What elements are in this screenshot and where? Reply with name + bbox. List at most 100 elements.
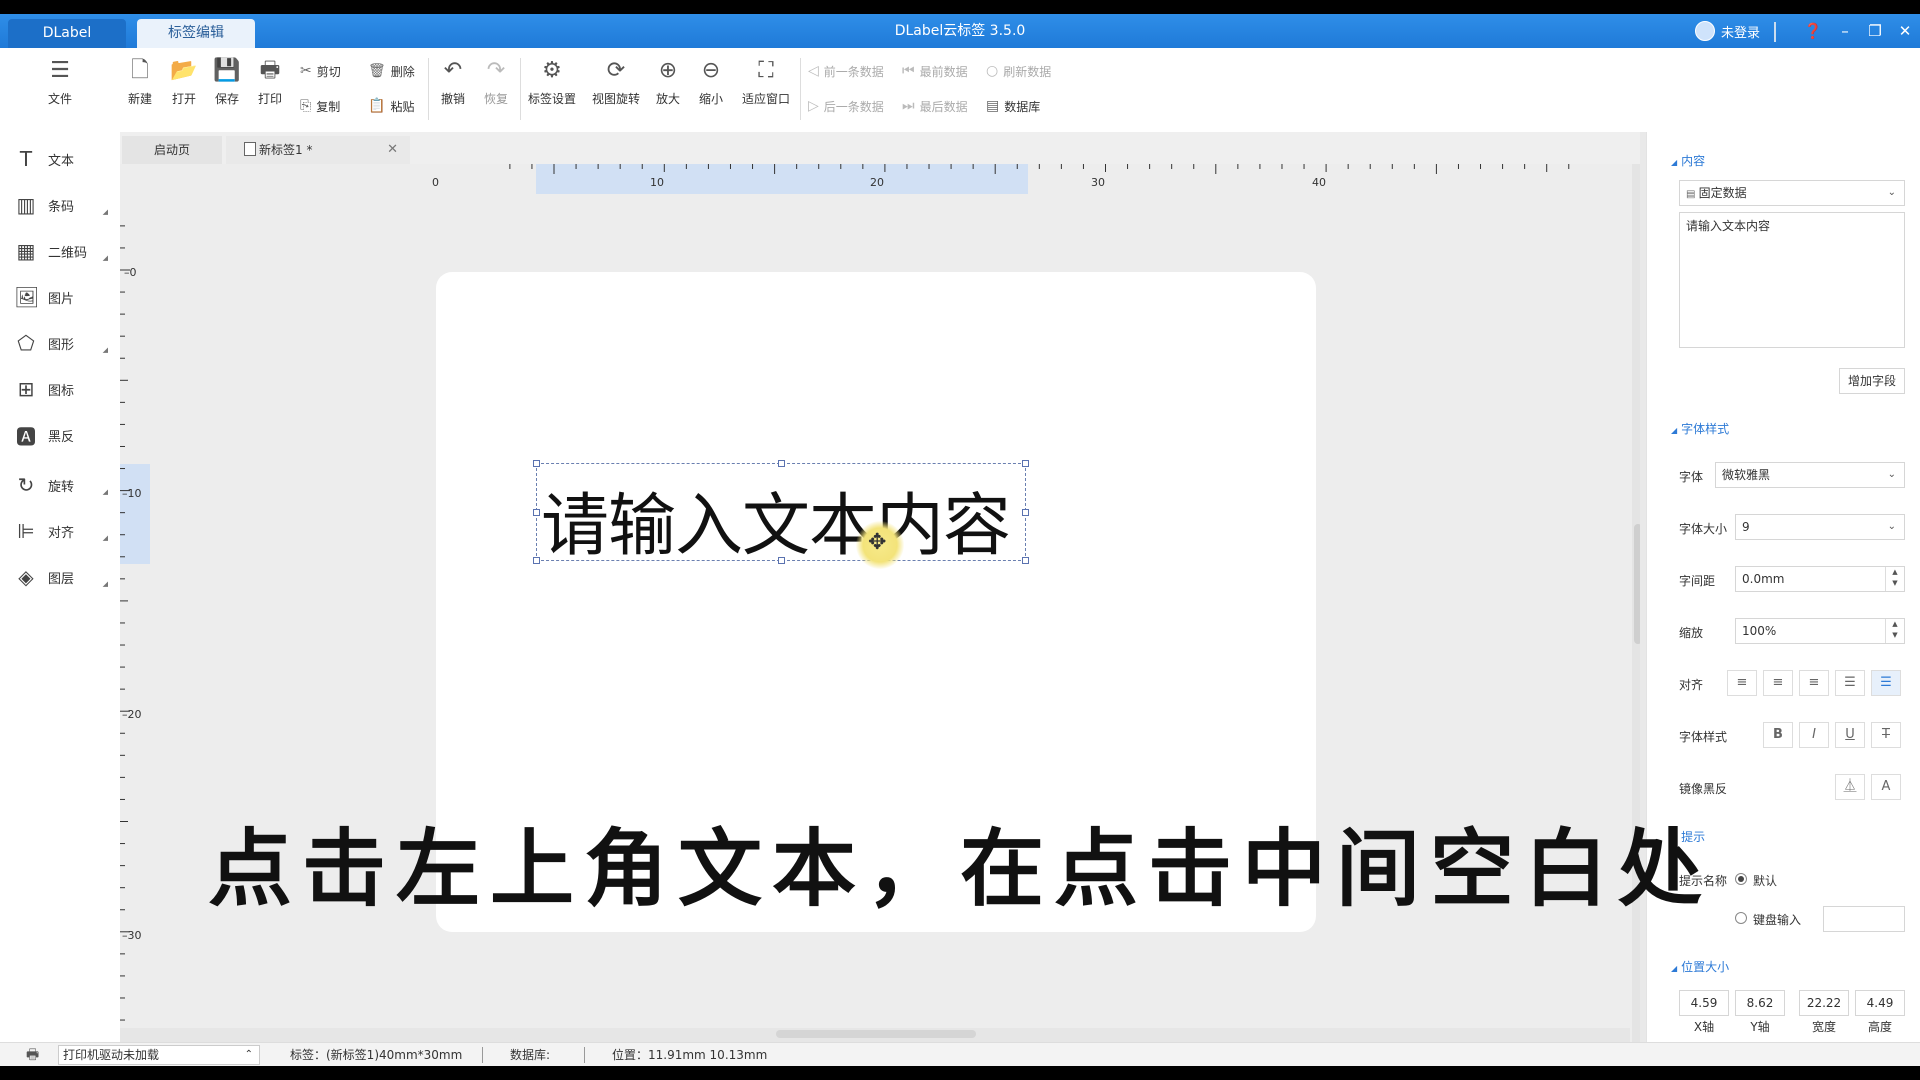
prev-record-button[interactable]: ◁ 前一条数据 <box>808 60 884 82</box>
height-input[interactable]: 4.49 <box>1855 990 1905 1016</box>
invert-icon: 🅰 <box>16 424 36 449</box>
next-icon: ▷ <box>808 98 819 114</box>
sidebar-item-rotate[interactable]: ↻ 旋转 ◢ <box>14 470 110 500</box>
sidebar-item-symbol[interactable]: ⊞ 图标 <box>14 374 110 404</box>
resize-handle[interactable] <box>778 557 785 564</box>
selected-text-element[interactable]: 请输入文本内容 <box>533 460 1029 566</box>
open-button[interactable]: 📂 打开 <box>162 58 206 107</box>
data-source-select[interactable]: ▤ 固定数据 ⌄ <box>1679 180 1905 206</box>
resize-handle[interactable] <box>1022 557 1029 564</box>
resize-handle[interactable] <box>533 460 540 467</box>
text-content-input[interactable]: 请输入文本内容 <box>1679 212 1905 348</box>
image-icon: 🖼 <box>14 285 40 309</box>
minimize-button[interactable]: – <box>1830 14 1860 48</box>
cut-button[interactable]: ✂ 剪切 <box>300 60 341 82</box>
restore-button[interactable]: ❐ <box>1860 14 1890 48</box>
section-content-title[interactable]: 内容 <box>1671 152 1705 169</box>
printer-select[interactable]: 打印机驱动未加载 ⌃ <box>58 1045 260 1065</box>
sidebar-item-shape[interactable]: ⬠ 图形 ◢ <box>14 328 110 358</box>
print-button[interactable]: 🖶 打印 <box>248 58 292 107</box>
chevron-down-icon: ⌄ <box>1887 469 1896 480</box>
shape-icon: ⬠ <box>17 331 35 355</box>
paste-button[interactable]: 📋 粘贴 <box>368 95 414 117</box>
sidebar-item-label: 图层 <box>48 571 75 587</box>
next-record-button[interactable]: ▷ 后一条数据 <box>808 95 884 117</box>
font-size-select[interactable]: 9 ⌄ <box>1735 514 1905 540</box>
align-distribute-icon[interactable]: ☰ <box>1871 670 1901 696</box>
login-status[interactable]: 未登录 <box>1694 14 1760 48</box>
align-left-icon[interactable]: ≡ <box>1727 670 1757 696</box>
toolbar-divider <box>520 58 521 120</box>
expand-arrow-icon: ◢ <box>102 534 108 542</box>
close-tab-icon[interactable]: ✕ <box>387 136 398 164</box>
letter-spacing-label: 字间距 <box>1679 574 1716 588</box>
save-button[interactable]: 💾 保存 <box>205 58 249 107</box>
resize-handle[interactable] <box>533 509 540 516</box>
database-status: 数据库: <box>510 1048 551 1062</box>
new-button[interactable]: 🗋 新建 <box>118 58 162 107</box>
first-record-button[interactable]: ⏮ 最前数据 <box>902 60 968 82</box>
position-y-input[interactable]: 8.62 <box>1735 990 1785 1016</box>
printer-icon: 🖶 <box>259 58 281 83</box>
underline-icon[interactable]: U <box>1835 722 1865 748</box>
align-justify-icon[interactable]: ☰ <box>1835 670 1865 696</box>
expand-arrow-icon: ◢ <box>102 346 108 354</box>
tab-new-label-1[interactable]: 新标签1 * ✕ <box>226 136 410 164</box>
text-icon: T <box>19 147 33 171</box>
resize-handle[interactable] <box>1022 509 1029 516</box>
ruler-label: –10 <box>122 487 142 500</box>
align-right-icon[interactable]: ≡ <box>1799 670 1829 696</box>
last-record-button[interactable]: ⏭ 最后数据 <box>902 95 968 117</box>
width-input[interactable]: 22.22 <box>1799 990 1849 1016</box>
redo-button[interactable]: ↷ 恢复 <box>474 58 518 107</box>
spinner-arrows-icon[interactable]: ▲ ▼ <box>1885 619 1904 643</box>
zoom-in-button[interactable]: ⊕ 放大 <box>646 58 690 107</box>
sidebar-item-qrcode[interactable]: ▦ 二维码 ◢ <box>14 236 110 266</box>
fit-window-button[interactable]: ⛶ 适应窗口 <box>738 58 794 107</box>
letter-spacing-input[interactable]: 0.0mm ▲ ▼ <box>1735 566 1905 592</box>
view-rotate-button[interactable]: ⟳ 视图旋转 <box>588 58 644 107</box>
file-menu-button[interactable]: ☰ 文件 <box>38 58 82 107</box>
database-button[interactable]: ▤ 数据库 <box>986 95 1040 117</box>
sidebar-item-barcode[interactable]: ▥ 条码 ◢ <box>14 190 110 220</box>
sidebar-item-align[interactable]: ⊫ 对齐 ◢ <box>14 516 110 546</box>
text-style-label: 字体样式 <box>1679 730 1728 744</box>
toolbar-divider <box>428 58 429 120</box>
copy-button[interactable]: ⎘ 复制 <box>300 95 340 117</box>
position-x-input[interactable]: 4.59 <box>1679 990 1729 1016</box>
horizontal-scrollbar-thumb[interactable] <box>776 1030 976 1038</box>
delete-button[interactable]: 🗑 删除 <box>368 60 415 82</box>
file-label: 文件 <box>47 92 72 106</box>
section-font-style-title[interactable]: 字体样式 <box>1671 420 1729 437</box>
help-icon[interactable]: ❓ <box>1798 14 1828 48</box>
align-center-icon[interactable]: ≡ <box>1763 670 1793 696</box>
symbol-icon: ⊞ <box>17 377 35 401</box>
resize-handle[interactable] <box>1022 460 1029 467</box>
label-settings-button[interactable]: ⚙ 标签设置 <box>526 58 578 107</box>
font-family-select[interactable]: 微软雅黑 ⌄ <box>1715 462 1905 488</box>
sidebar-item-layers[interactable]: ◈ 图层 ◢ <box>14 562 110 592</box>
scale-input[interactable]: 100% ▲ ▼ <box>1735 618 1905 644</box>
sidebar-item-invert[interactable]: 🅰 黑反 <box>14 420 110 450</box>
bold-icon[interactable]: B <box>1763 722 1793 748</box>
undo-button[interactable]: ↶ 撤销 <box>431 58 475 107</box>
sidebar-item-text[interactable]: T 文本 <box>14 144 110 174</box>
tab-start-page[interactable]: 启动页 <box>122 136 222 164</box>
add-field-button[interactable]: 增加字段 <box>1839 368 1905 394</box>
horizontal-scrollbar-track <box>120 1028 1630 1042</box>
section-position-size-title[interactable]: 位置大小 <box>1671 958 1729 975</box>
spinner-arrows-icon[interactable]: ▲ ▼ <box>1885 567 1904 591</box>
expand-arrow-icon: ◢ <box>102 580 108 588</box>
sidebar-item-image[interactable]: 🖼 图片 <box>14 282 110 312</box>
zoom-out-button[interactable]: ⊖ 缩小 <box>689 58 733 107</box>
refresh-data-button[interactable]: ○ 刷新数据 <box>986 60 1051 82</box>
strikethrough-icon[interactable]: T <box>1871 722 1901 748</box>
copy-icon: ⎘ <box>300 98 312 114</box>
resize-handle[interactable] <box>778 460 785 467</box>
resize-handle[interactable] <box>533 557 540 564</box>
qrcode-icon: ▦ <box>16 239 36 263</box>
mirror-icon[interactable]: ⏅ <box>1835 774 1865 800</box>
invert-text-icon[interactable]: A <box>1871 774 1901 800</box>
italic-icon[interactable]: I <box>1799 722 1829 748</box>
close-window-button[interactable]: ✕ <box>1890 14 1920 48</box>
